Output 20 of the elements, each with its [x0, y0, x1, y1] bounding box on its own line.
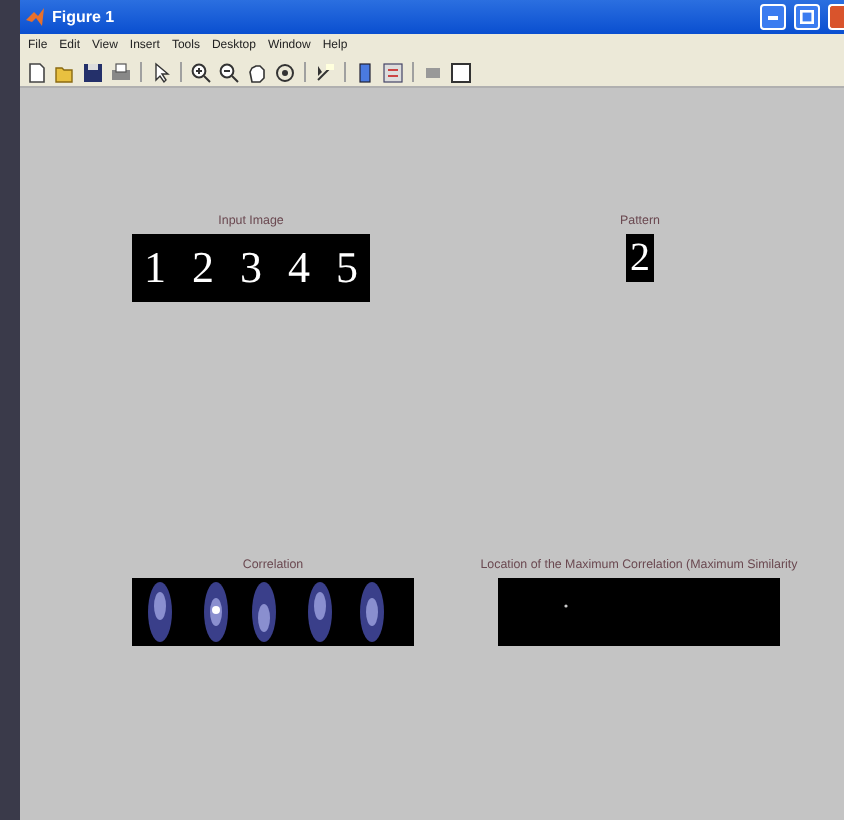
- zoom-out-icon[interactable]: [218, 61, 240, 83]
- digit-text: 5: [336, 246, 358, 291]
- pointer-icon[interactable]: [150, 61, 172, 83]
- digit-text: 1: [144, 246, 166, 291]
- zoom-in-icon[interactable]: [190, 61, 212, 83]
- digit-text: 2: [192, 246, 214, 291]
- print-icon[interactable]: [110, 61, 132, 83]
- maximize-icon: [800, 10, 814, 24]
- digit-text: 2: [629, 238, 650, 279]
- digit-text: 3: [240, 246, 262, 291]
- window-title: Figure 1: [52, 5, 115, 29]
- colorbar-icon[interactable]: [354, 61, 376, 83]
- maximize-button[interactable]: [794, 4, 820, 30]
- minimize-button[interactable]: [760, 4, 786, 30]
- close-button[interactable]: [828, 4, 844, 30]
- show-plot-tools-icon[interactable]: [450, 61, 472, 83]
- minimize-icon: [768, 15, 778, 19]
- digit-text: 4: [288, 246, 310, 291]
- save-icon[interactable]: [82, 61, 104, 83]
- legend-icon[interactable]: [382, 61, 404, 83]
